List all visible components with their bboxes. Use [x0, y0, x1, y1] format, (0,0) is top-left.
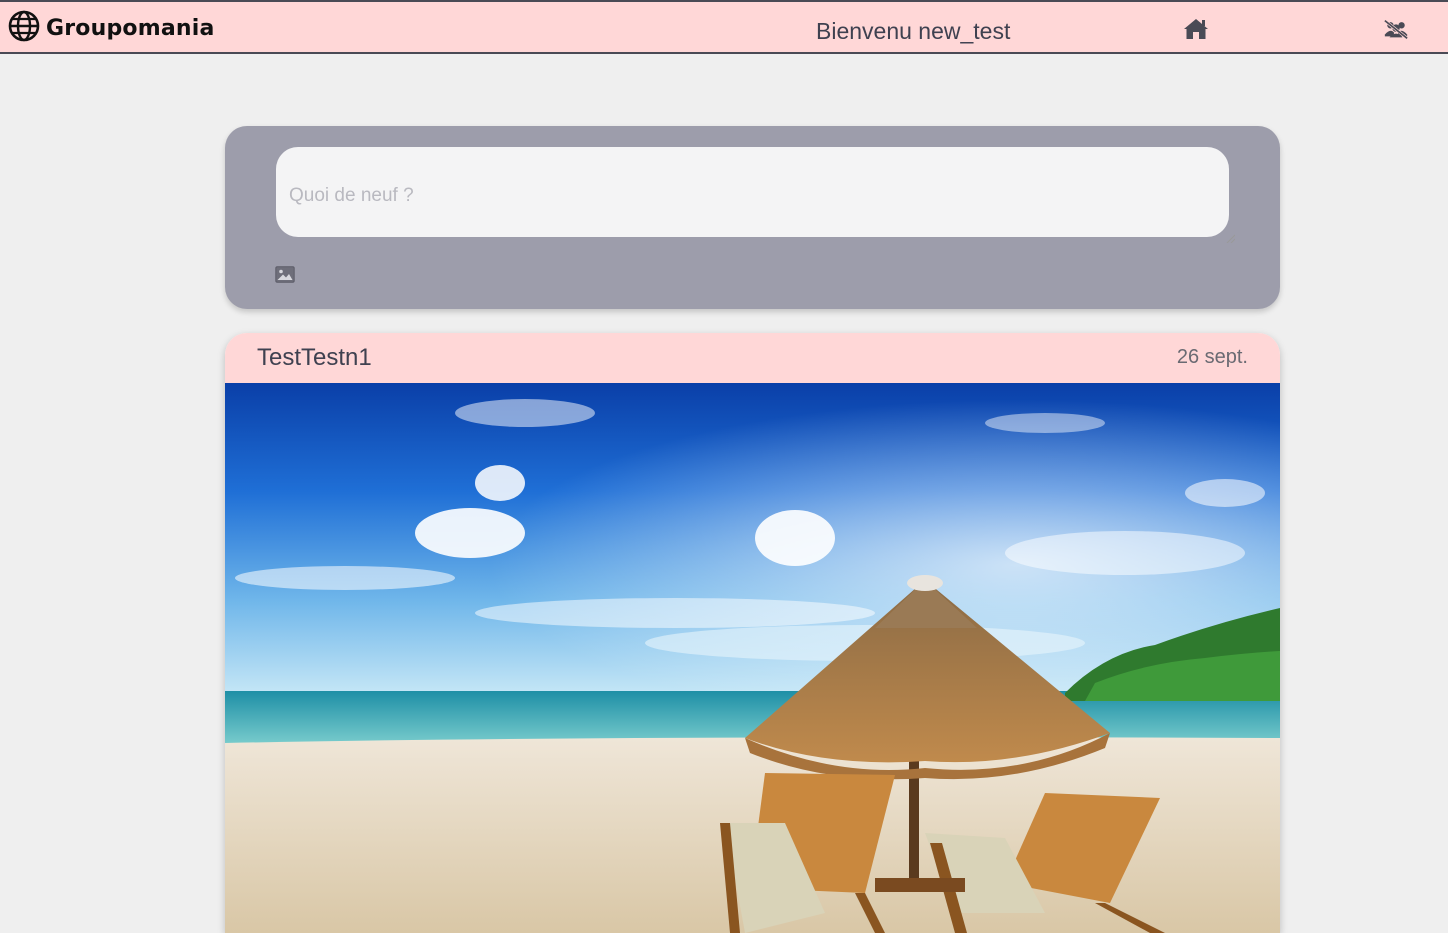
- brand-link[interactable]: Groupomania: [8, 10, 215, 47]
- brand-name: Groupomania: [46, 15, 215, 41]
- home-icon[interactable]: [1182, 17, 1210, 41]
- globe-icon: [8, 10, 40, 47]
- users-slash-icon[interactable]: [1382, 17, 1410, 41]
- post-card: TestTestn1 26 sept.: [225, 333, 1280, 933]
- top-navbar: Groupomania Bienvenu new_test: [0, 0, 1448, 54]
- image-icon[interactable]: [275, 266, 295, 283]
- post-author[interactable]: TestTestn1: [257, 344, 372, 372]
- post-header: TestTestn1 26 sept.: [225, 333, 1280, 383]
- post-date: 26 sept.: [1176, 346, 1248, 368]
- post-composer: [225, 126, 1280, 309]
- resize-grip-icon[interactable]: [1225, 233, 1235, 243]
- welcome-message: Bienvenu new_test: [816, 18, 1011, 44]
- post-text-input[interactable]: [276, 147, 1229, 237]
- post-image[interactable]: [225, 383, 1280, 933]
